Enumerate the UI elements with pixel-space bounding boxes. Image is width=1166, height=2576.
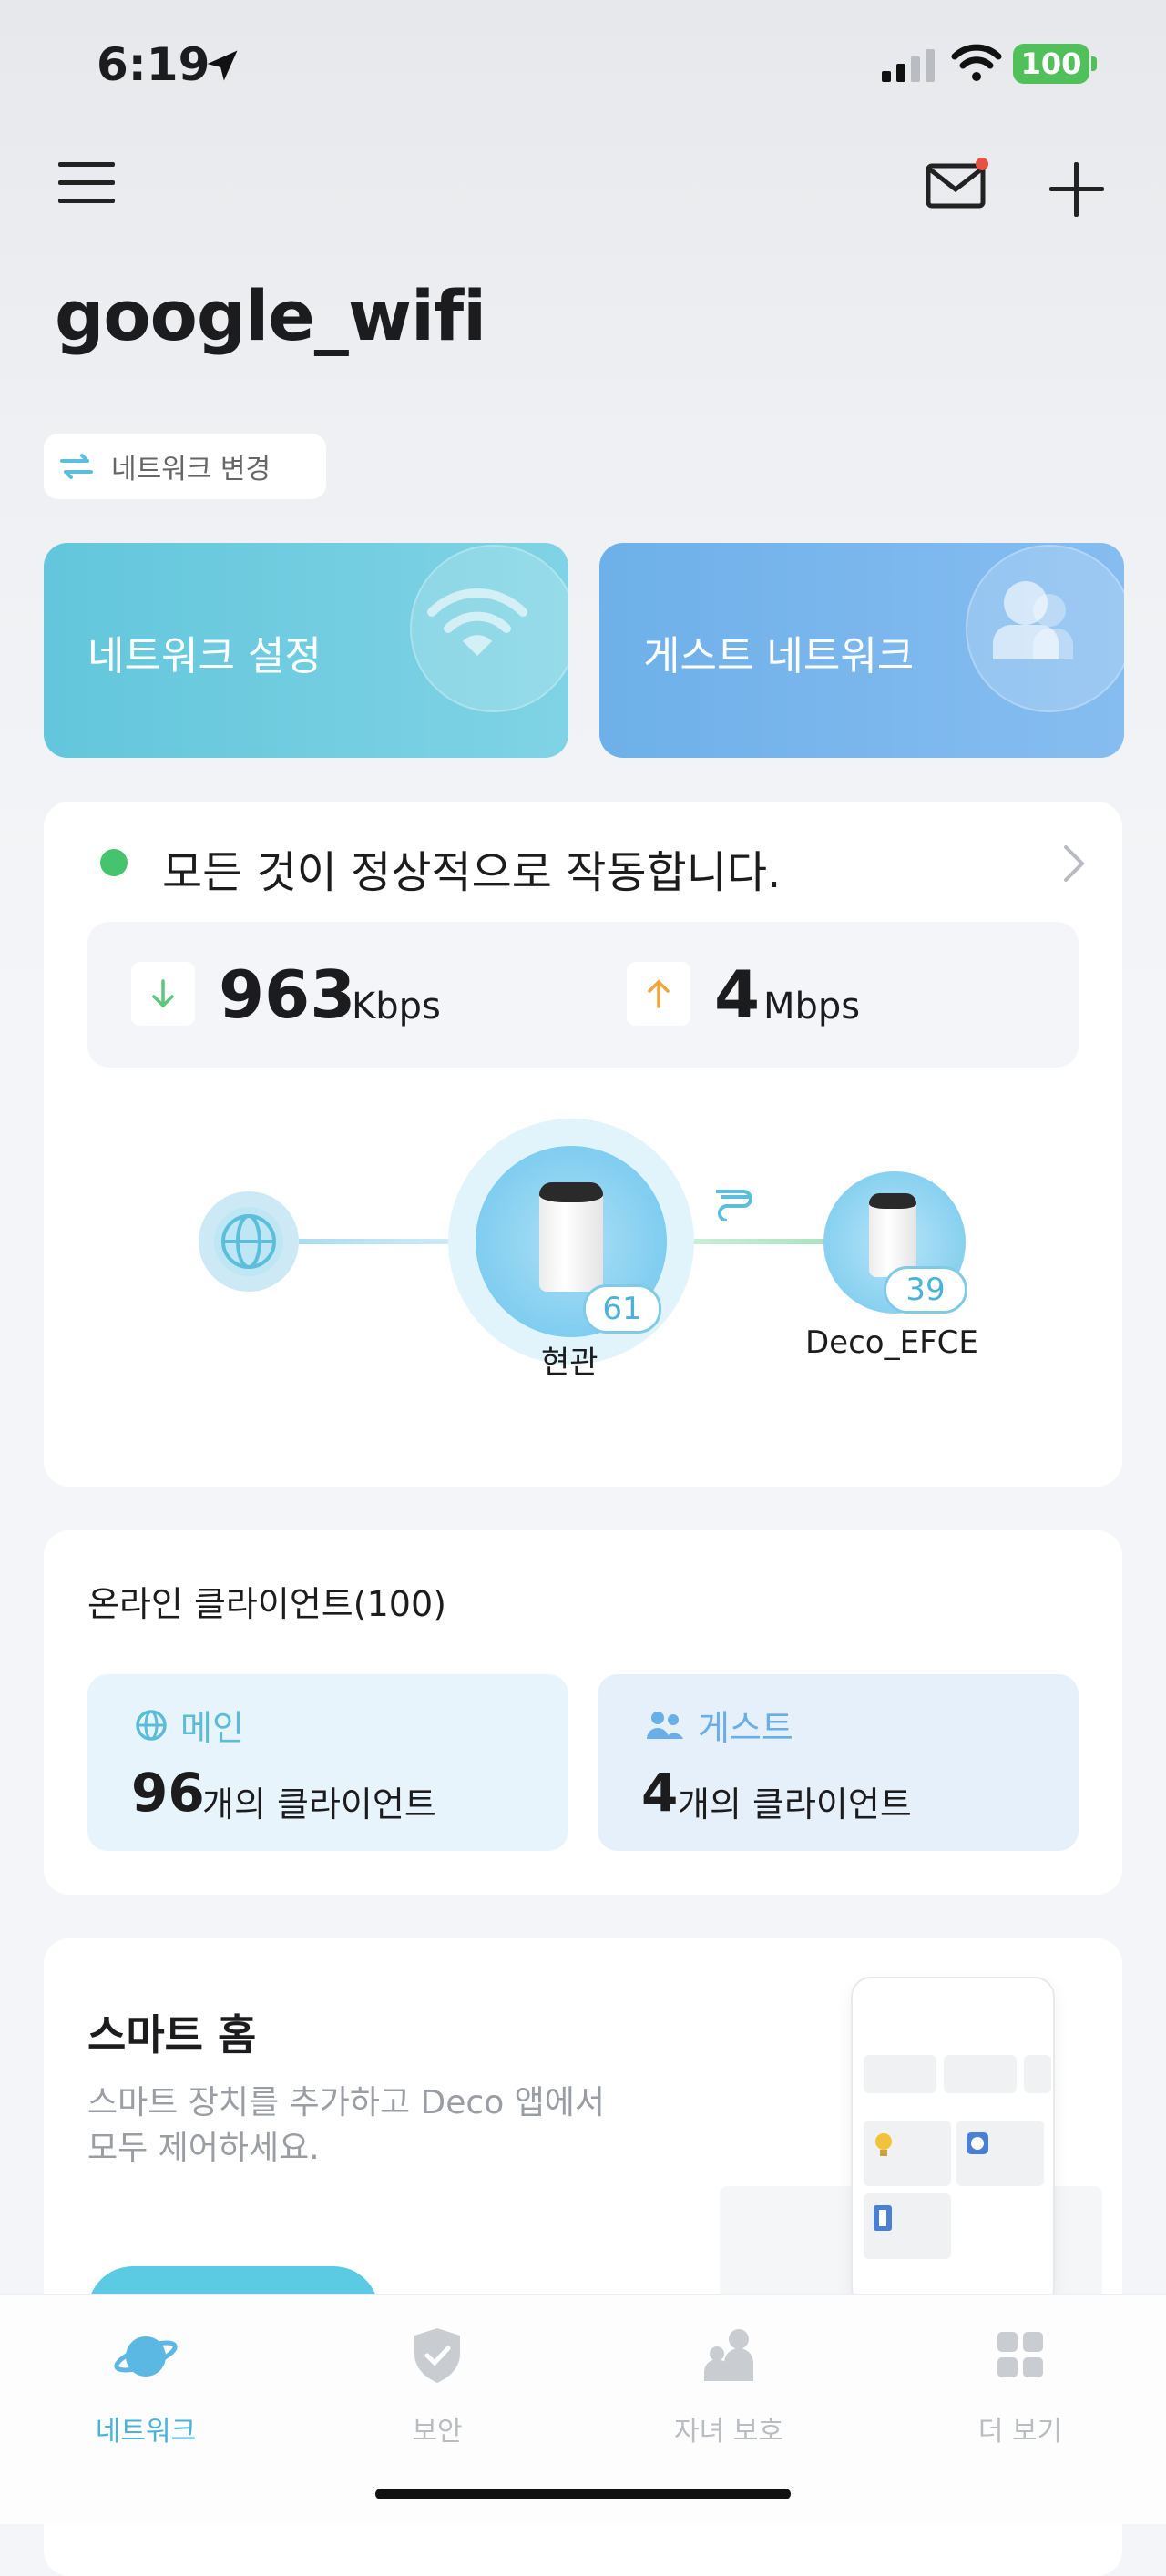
smart-home-description-line2: 모두 제어하세요. <box>87 2130 320 2167</box>
globe-icon <box>214 1207 283 1276</box>
tab-network[interactable]: 네트워크 <box>55 2323 237 2448</box>
guest-network-card[interactable]: 게스트 네트워크 <box>599 543 1124 758</box>
status-time: 6:19 <box>97 38 210 91</box>
shield-icon <box>414 2328 460 2383</box>
status-ok-dot <box>100 849 128 876</box>
guest-clients-tag: 게스트 <box>645 1700 793 1750</box>
swap-arrows-icon <box>60 454 93 479</box>
tab-more-label: 더 보기 <box>977 2416 1063 2448</box>
download-unit: Kbps <box>352 986 441 1027</box>
smart-home-phone-illustration <box>851 1977 1055 2308</box>
wifi-icon <box>427 588 527 656</box>
grid-icon <box>997 2332 1043 2377</box>
plug-icon <box>967 2132 988 2154</box>
online-clients-title: 온라인 클라이언트(100) <box>87 1584 446 1624</box>
battery-nub <box>1091 56 1097 71</box>
tab-parental-control-label: 자녀 보호 <box>674 2416 783 2448</box>
switch-network-label: 네트워크 변경 <box>111 454 271 486</box>
main-clients-card[interactable]: 메인 96 개의 클라이언트 <box>87 1674 568 1851</box>
menu-icon[interactable] <box>58 160 115 206</box>
wifi-status-icon <box>951 44 1002 81</box>
chevron-right-icon[interactable] <box>1060 843 1088 884</box>
satellite-node-label: Deco_EFCE <box>805 1324 978 1361</box>
ethernet-link-icon <box>716 1190 752 1221</box>
battery-indicator: 100 <box>1013 44 1089 84</box>
tab-security-label: 보안 <box>412 2416 463 2448</box>
bulb-icon <box>875 2133 892 2156</box>
download-value: 963 <box>219 956 356 1033</box>
main-node-label: 현관 <box>541 1344 598 1381</box>
main-clients-suffix: 개의 클라이언트 <box>202 1784 436 1825</box>
mail-icon[interactable] <box>926 157 989 211</box>
smart-home-description: 스마트 장치를 추가하고 Deco 앱에서 모두 제어하세요. <box>87 2080 707 2172</box>
main-clients-tag: 메인 <box>135 1700 244 1750</box>
guest-clients-suffix: 개의 클라이언트 <box>678 1784 912 1825</box>
main-clients-label: 메인 <box>180 1708 244 1748</box>
upload-value: 4 <box>714 956 761 1033</box>
satellite-node-client-badge: 39 <box>884 1266 967 1314</box>
planet-icon <box>114 2336 178 2377</box>
network-title: google_wifi <box>55 275 486 356</box>
smart-home-title: 스마트 홈 <box>87 2010 257 2060</box>
deco-router-icon <box>539 1182 603 1292</box>
wired-link-line <box>694 1239 831 1244</box>
switch-icon <box>874 2205 892 2231</box>
family-icon <box>704 2329 753 2381</box>
network-settings-card[interactable]: 네트워크 설정 <box>44 543 568 758</box>
cell-signal-icon <box>882 49 935 82</box>
upload-icon <box>627 962 690 1026</box>
main-clients-count: 96 <box>131 1762 205 1824</box>
smart-home-description-line1: 스마트 장치를 추가하고 Deco 앱에서 <box>87 2084 606 2121</box>
home-indicator <box>375 2489 791 2499</box>
location-arrow-icon <box>207 50 238 81</box>
tab-more[interactable]: 더 보기 <box>929 2323 1111 2448</box>
switch-network-button[interactable]: 네트워크 변경 <box>44 434 326 499</box>
guest-clients-card[interactable]: 게스트 4 개의 클라이언트 <box>598 1674 1079 1851</box>
guest-users-icon <box>993 581 1074 659</box>
download-icon <box>131 962 195 1026</box>
add-icon[interactable] <box>1048 160 1106 219</box>
status-message[interactable]: 모든 것이 정상적으로 작동합니다. <box>162 836 781 900</box>
main-node-client-badge: 61 <box>583 1284 661 1334</box>
guest-clients-count: 4 <box>641 1762 679 1824</box>
upload-unit: Mbps <box>763 986 861 1027</box>
tab-parental-control[interactable]: 자녀 보호 <box>638 2323 820 2448</box>
tab-security[interactable]: 보안 <box>346 2323 528 2448</box>
guest-network-label: 게스트 네트워크 <box>643 633 915 680</box>
globe-icon <box>136 1709 167 1741</box>
people-icon <box>647 1711 683 1739</box>
network-settings-label: 네트워크 설정 <box>87 633 322 680</box>
internet-globe[interactable] <box>199 1191 299 1292</box>
guest-clients-label: 게스트 <box>698 1708 793 1748</box>
tab-network-label: 네트워크 <box>95 2416 197 2448</box>
deco-router-icon <box>869 1193 916 1277</box>
